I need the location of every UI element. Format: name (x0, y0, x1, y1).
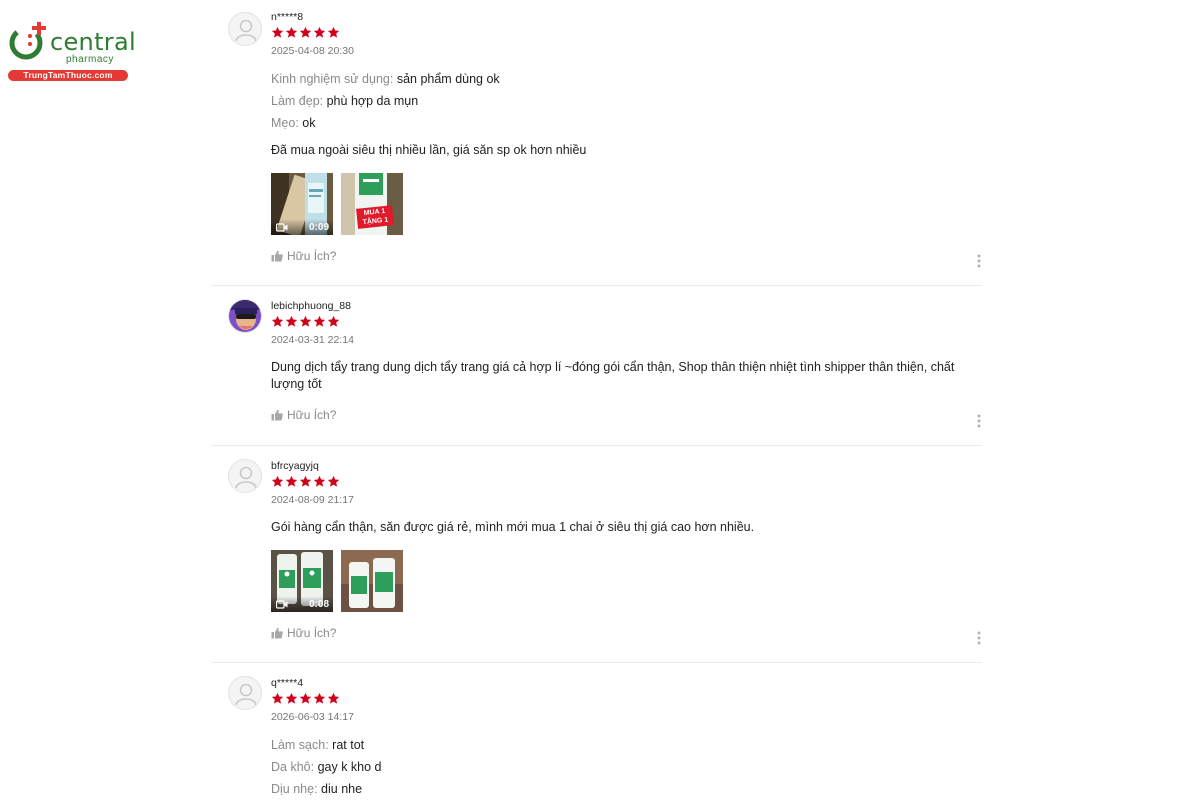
star-icon (299, 692, 312, 704)
helpful-label: Hữu Ích? (287, 249, 337, 263)
attribute-key: Làm đẹp: (271, 94, 324, 108)
review-attribute: Da khô: gay k kho d (271, 756, 982, 778)
user-placeholder-icon (235, 19, 257, 42)
star-icon (285, 26, 298, 38)
star-icon (271, 692, 284, 704)
attribute-key: Kinh nghiệm sử dụng: (271, 72, 394, 86)
more-options-icon[interactable] (976, 254, 982, 268)
star-icon (313, 475, 326, 487)
thumbs-up-icon (271, 409, 283, 421)
review-media: 0:08 (271, 550, 982, 612)
helpful-button[interactable]: Hữu Ích? (271, 626, 982, 640)
review-comment: Đã mua ngoài siêu thị nhiều lần, giá săn… (271, 143, 587, 157)
review-attribute: Làm đẹp: phù hợp da mụn (271, 90, 982, 112)
review-username[interactable]: lebichphuong_88 (271, 300, 982, 312)
attribute-key: Làm sạch: (271, 738, 329, 752)
review-date: 2026-06-03 14:17 (271, 711, 354, 723)
star-icon (327, 315, 340, 327)
star-icon (271, 315, 284, 327)
attribute-key: Mẹo: (271, 116, 299, 130)
attribute-value: sản phẩm dùng ok (396, 72, 500, 86)
avatar[interactable] (228, 459, 262, 493)
logo-wordmark: central (50, 28, 136, 56)
review-comment: Gói hàng cẩn thận, săn được giá rẻ, mình… (271, 520, 755, 534)
review-item: q*****4 2026-06-03 14:17 Làm sạch: rat t… (212, 663, 982, 800)
user-placeholder-icon (235, 683, 257, 706)
avatar[interactable] (228, 299, 262, 333)
logo-domain-bar: TrungTamThuoc.com (8, 70, 128, 81)
review-item: lebichphuong_88 2024-03-31 22:14 Dung dị… (212, 286, 982, 446)
more-options-icon[interactable] (976, 631, 982, 645)
star-icon (299, 475, 312, 487)
review-date: 2024-03-31 22:14 (271, 334, 354, 346)
star-icon (327, 475, 340, 487)
image-thumbnail[interactable] (341, 550, 403, 612)
review-date: 2024-08-09 21:17 (271, 494, 354, 506)
avatar[interactable] (228, 12, 262, 46)
attribute-value: phù hợp da mụn (326, 94, 419, 108)
star-icon (285, 475, 298, 487)
review-attribute: Kinh nghiệm sử dụng: sản phẩm dùng ok (271, 68, 982, 90)
review-username[interactable]: n*****8 (271, 11, 982, 23)
review-media: 0:09 MUA 1 TẶNG 1 (271, 173, 982, 235)
helpful-label: Hữu Ích? (287, 408, 337, 422)
star-icon (313, 26, 326, 38)
review-item: n*****8 2025-04-08 20:30 Kinh nghiệm sử … (212, 0, 982, 286)
helpful-button[interactable]: Hữu Ích? (271, 408, 982, 422)
star-icon (299, 26, 312, 38)
review-username[interactable]: q*****4 (271, 677, 982, 689)
review-attribute: Dịu nhẹ: diu nhe (271, 778, 982, 800)
star-rating (271, 692, 982, 706)
helpful-label: Hữu Ích? (287, 626, 337, 640)
star-rating (271, 315, 982, 329)
review-attribute: Làm sạch: rat tot (271, 734, 982, 756)
attribute-value: gay k kho d (317, 760, 382, 774)
thumbs-up-icon (271, 627, 283, 639)
star-icon (313, 692, 326, 704)
star-icon (285, 692, 298, 704)
star-icon (271, 26, 284, 38)
review-item: bfrcyagyjq 2024-08-09 21:17 Gói hàng cẩn… (212, 446, 982, 663)
image-thumbnail[interactable]: MUA 1 TẶNG 1 (341, 173, 403, 235)
attribute-value: diu nhe (321, 782, 363, 796)
logo-mark-icon (9, 22, 46, 60)
central-pharmacy-logo[interactable]: central pharmacy TrungTamThuoc.com (6, 22, 136, 82)
star-icon (327, 26, 340, 38)
star-icon (271, 475, 284, 487)
video-camera-icon (276, 223, 288, 232)
thumbs-up-icon (271, 250, 283, 262)
review-attribute: Mẹo: ok (271, 112, 982, 134)
star-icon (313, 315, 326, 327)
star-icon (299, 315, 312, 327)
star-rating (271, 26, 982, 40)
user-photo-image (229, 300, 261, 332)
video-thumbnail[interactable]: 0:08 (271, 550, 333, 612)
review-username[interactable]: bfrcyagyjq (271, 460, 982, 472)
video-duration: 0:09 (308, 222, 329, 233)
star-icon (327, 692, 340, 704)
video-thumbnail[interactable]: 0:09 (271, 173, 333, 235)
attribute-value: ok (302, 116, 316, 130)
video-duration: 0:08 (308, 599, 329, 610)
attribute-key: Da khô: (271, 760, 315, 774)
logo-subtitle: pharmacy (66, 54, 114, 65)
user-placeholder-icon (235, 466, 257, 489)
review-date: 2025-04-08 20:30 (271, 45, 354, 57)
avatar[interactable] (228, 676, 262, 710)
more-options-icon[interactable] (976, 414, 982, 428)
video-camera-icon (276, 600, 288, 609)
product-photo-image (341, 550, 403, 612)
helpful-button[interactable]: Hữu Ích? (271, 249, 982, 263)
attribute-key: Dịu nhẹ: (271, 782, 318, 796)
review-list: n*****8 2025-04-08 20:30 Kinh nghiệm sử … (212, 0, 982, 800)
star-rating (271, 475, 982, 489)
review-comment: Dung dịch tẩy trang dung dịch tẩy trang … (271, 360, 955, 391)
promo-sticker: MUA 1 TẶNG 1 (356, 205, 394, 229)
attribute-value: rat tot (332, 738, 365, 752)
star-icon (285, 315, 298, 327)
